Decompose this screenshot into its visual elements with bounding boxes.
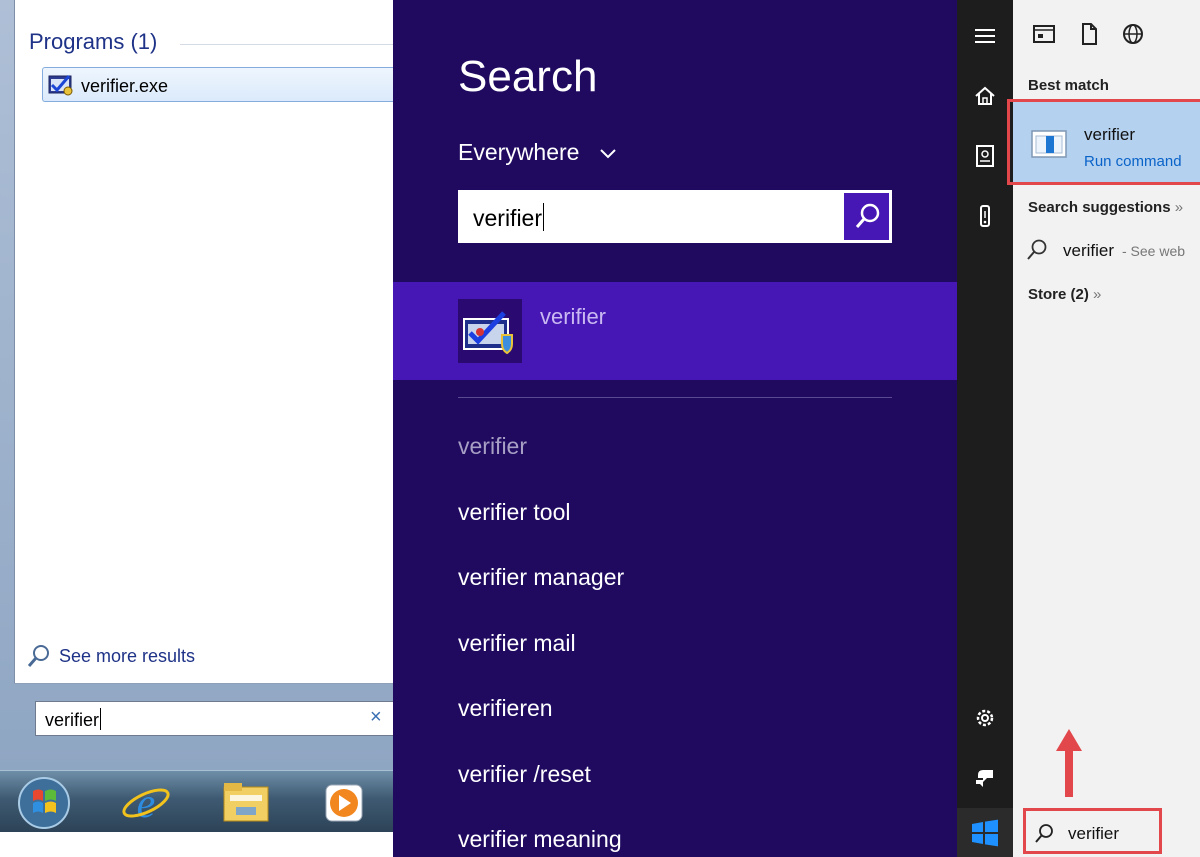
search-result-verifier[interactable]: verifier bbox=[393, 282, 957, 380]
apps-filter-icon[interactable] bbox=[1030, 20, 1058, 48]
start-left-rail bbox=[957, 0, 1013, 857]
best-match-annotation-box bbox=[1007, 99, 1200, 185]
heading-divider bbox=[180, 44, 393, 45]
search-charm-input[interactable]: verifier bbox=[458, 190, 892, 243]
chevron-down-icon[interactable] bbox=[598, 146, 618, 160]
hamburger-menu-icon[interactable] bbox=[970, 21, 1000, 51]
best-match-heading: Best match bbox=[1028, 77, 1109, 94]
win10-search-panel: Best match verifier Run command Search s… bbox=[957, 0, 1200, 857]
search-suggestion[interactable]: verifier manager bbox=[458, 564, 624, 591]
search-separator bbox=[14, 683, 393, 684]
documents-filter-icon[interactable] bbox=[1075, 20, 1103, 48]
clear-search-icon[interactable]: × bbox=[370, 706, 382, 729]
search-scope-dropdown[interactable]: Everywhere bbox=[458, 139, 579, 166]
media-player-icon[interactable] bbox=[314, 775, 374, 829]
svg-text:e: e bbox=[137, 781, 156, 827]
search-icon bbox=[1035, 824, 1053, 843]
see-more-results-label: See more results bbox=[59, 646, 196, 666]
program-result-verifier[interactable]: verifier.exe bbox=[42, 67, 393, 102]
program-result-label: verifier.exe bbox=[81, 76, 169, 96]
internet-explorer-icon[interactable]: e bbox=[116, 775, 176, 829]
start-menu-results-pane: Programs (1) verifier.exe See more resul… bbox=[14, 0, 393, 683]
home-icon[interactable] bbox=[970, 81, 1000, 111]
settings-gear-icon[interactable] bbox=[970, 703, 1000, 733]
taskbar-search-input[interactable]: verifier bbox=[1023, 808, 1162, 854]
search-icon bbox=[1027, 239, 1047, 260]
search-result-label: verifier bbox=[540, 304, 607, 329]
web-filter-icon[interactable] bbox=[1119, 20, 1147, 48]
notebook-icon[interactable] bbox=[970, 141, 1000, 171]
win7-taskbar: e bbox=[0, 770, 393, 832]
web-suggestion-hint: - See web bbox=[1122, 243, 1186, 259]
verifier-app-icon bbox=[458, 299, 522, 363]
win7-start-menu-panel: Programs (1) verifier.exe See more resul… bbox=[0, 0, 393, 857]
feedback-icon[interactable] bbox=[970, 763, 1000, 793]
verifier-app-icon bbox=[48, 75, 73, 96]
store-heading[interactable]: Store (2) » bbox=[1028, 286, 1101, 303]
search-submit-button[interactable] bbox=[844, 193, 889, 240]
search-suggestion[interactable]: verifier mail bbox=[458, 630, 576, 657]
start-search-input[interactable]: verifier × bbox=[35, 701, 393, 736]
result-filter-tabs bbox=[1013, 0, 1200, 64]
start-search-value: verifier bbox=[45, 708, 102, 730]
win8-search-charm: Search Everywhere verifier verifier veri… bbox=[393, 0, 957, 857]
start-menu: Programs (1) verifier.exe See more resul… bbox=[0, 0, 393, 770]
search-charm-title: Search bbox=[458, 52, 598, 101]
search-suggestions-heading[interactable]: Search suggestions » bbox=[1028, 199, 1183, 216]
programs-heading: Programs (1) bbox=[29, 29, 158, 54]
web-suggestion-term: verifier bbox=[1063, 241, 1115, 260]
annotation-arrow-up-icon bbox=[1056, 729, 1082, 797]
search-suggestion[interactable]: verifier bbox=[458, 433, 527, 460]
results-divider bbox=[458, 397, 892, 398]
windows-logo-icon bbox=[972, 819, 998, 847]
start-orb-icon[interactable] bbox=[12, 775, 72, 829]
taskbar-search-value: verifier bbox=[1068, 824, 1120, 843]
search-charm-value: verifier bbox=[473, 203, 545, 231]
search-suggestion[interactable]: verifier meaning bbox=[458, 826, 622, 853]
search-icon bbox=[27, 645, 49, 667]
search-suggestion[interactable]: verifier /reset bbox=[458, 761, 591, 788]
reminders-icon[interactable] bbox=[970, 201, 1000, 231]
search-suggestion[interactable]: verifier tool bbox=[458, 499, 570, 526]
start-button[interactable] bbox=[957, 808, 1013, 857]
file-explorer-icon[interactable] bbox=[216, 775, 276, 829]
search-suggestion[interactable]: verifieren bbox=[458, 695, 553, 722]
search-icon bbox=[855, 203, 880, 228]
